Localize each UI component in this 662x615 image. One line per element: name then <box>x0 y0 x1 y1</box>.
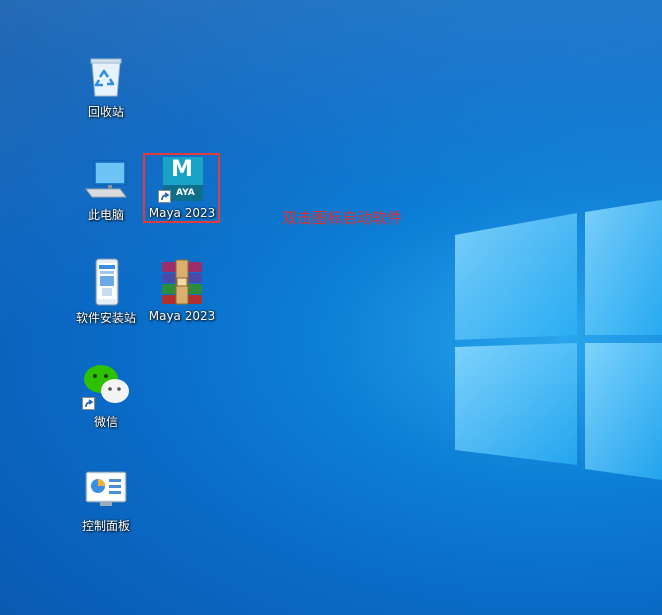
shortcut-arrow-icon <box>158 190 171 203</box>
control-panel-icon <box>82 466 130 514</box>
shortcut-arrow-icon <box>82 397 95 410</box>
icon-label: Maya 2023 <box>148 309 216 323</box>
desktop-icon-this-pc[interactable]: 此电脑 <box>68 155 144 223</box>
computer-icon <box>82 155 130 203</box>
wechat-icon <box>82 362 130 410</box>
maya-glyph: M <box>171 157 193 182</box>
desktop-icon-maya-shortcut[interactable]: M AYA Maya 2023 <box>144 155 220 220</box>
windows-logo-wallpaper <box>455 200 662 480</box>
desktop-icon-recycle-bin[interactable]: 回收站 <box>68 52 144 120</box>
icon-label: Maya 2023 <box>148 206 216 220</box>
desktop-icon-maya-archive[interactable]: Maya 2023 <box>144 258 220 323</box>
desktop-icon-control-panel[interactable]: 控制面板 <box>68 466 144 534</box>
maya-icon: M AYA <box>158 155 206 203</box>
icon-label: 回收站 <box>87 105 124 119</box>
icon-label: 控制面板 <box>81 519 130 533</box>
desktop-icon-wechat[interactable]: 微信 <box>68 362 144 430</box>
icon-label: 此电脑 <box>87 208 124 222</box>
recycle-bin-icon <box>82 52 130 100</box>
instruction-annotation: 双击图标启动软件 <box>282 209 403 227</box>
maya-badge-text: AYA <box>176 188 195 198</box>
icon-label: 微信 <box>93 415 118 429</box>
desktop-icon-software-installer[interactable]: 软件安装站 <box>68 258 144 326</box>
icon-label: 软件安装站 <box>75 311 136 325</box>
phone-app-icon <box>82 258 130 306</box>
winrar-archive-icon <box>158 258 206 306</box>
